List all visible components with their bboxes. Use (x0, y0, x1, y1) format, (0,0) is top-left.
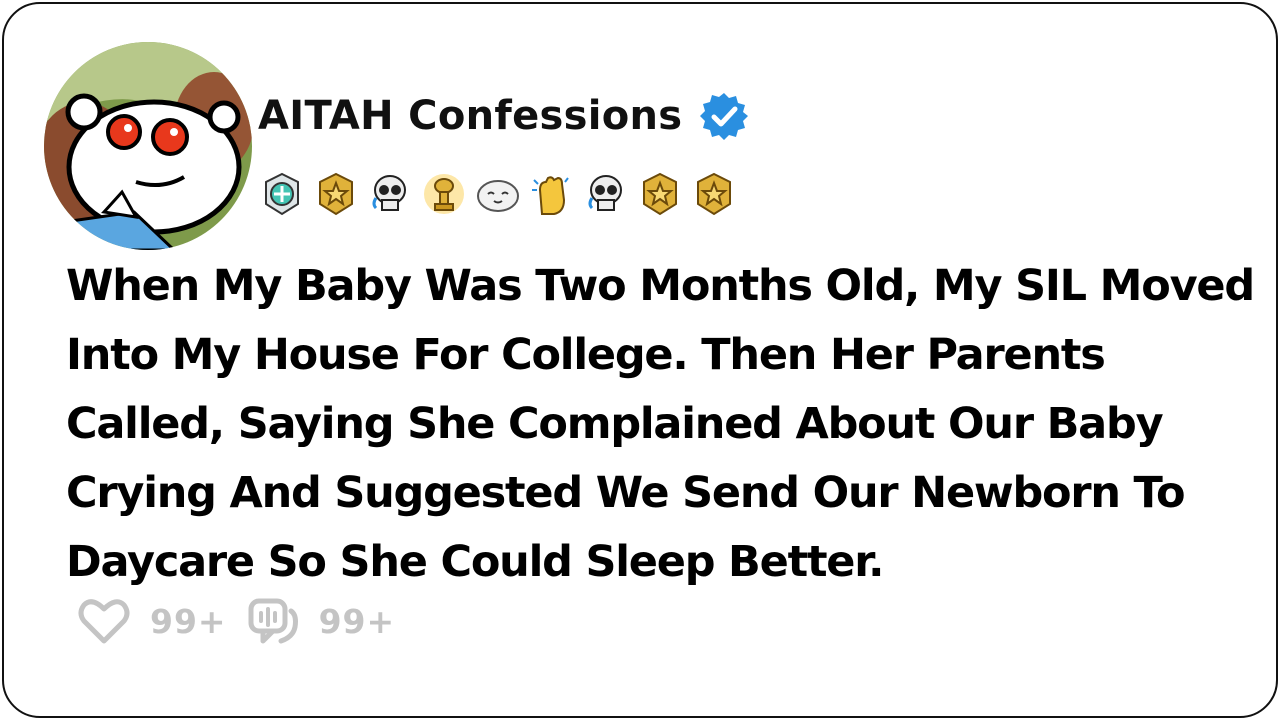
wholesome-award-icon (477, 180, 519, 212)
gold-award-icon (643, 172, 677, 216)
gold-award-icon (319, 172, 353, 216)
helpful-award-icon (265, 172, 299, 216)
award-badges (258, 170, 738, 218)
comment-icon[interactable] (245, 593, 301, 649)
clapping-award-icon (532, 176, 569, 215)
author-row: AITAH Confessions (258, 86, 750, 146)
verified-icon (698, 90, 750, 142)
heart-icon[interactable] (76, 593, 132, 649)
author-name[interactable]: AITAH Confessions (258, 93, 682, 139)
gold-award-icon (697, 172, 731, 216)
trophy-award-icon (424, 174, 464, 214)
avatar[interactable] (44, 42, 252, 250)
like-count: 99+ (150, 601, 227, 641)
skull-award-icon (588, 175, 622, 211)
post-title[interactable]: When My Baby Was Two Months Old, My SIL … (66, 252, 1256, 597)
post-stats: 99+ 99+ (76, 594, 413, 648)
comment-count: 99+ (318, 601, 396, 641)
skull-award-icon (372, 175, 406, 211)
